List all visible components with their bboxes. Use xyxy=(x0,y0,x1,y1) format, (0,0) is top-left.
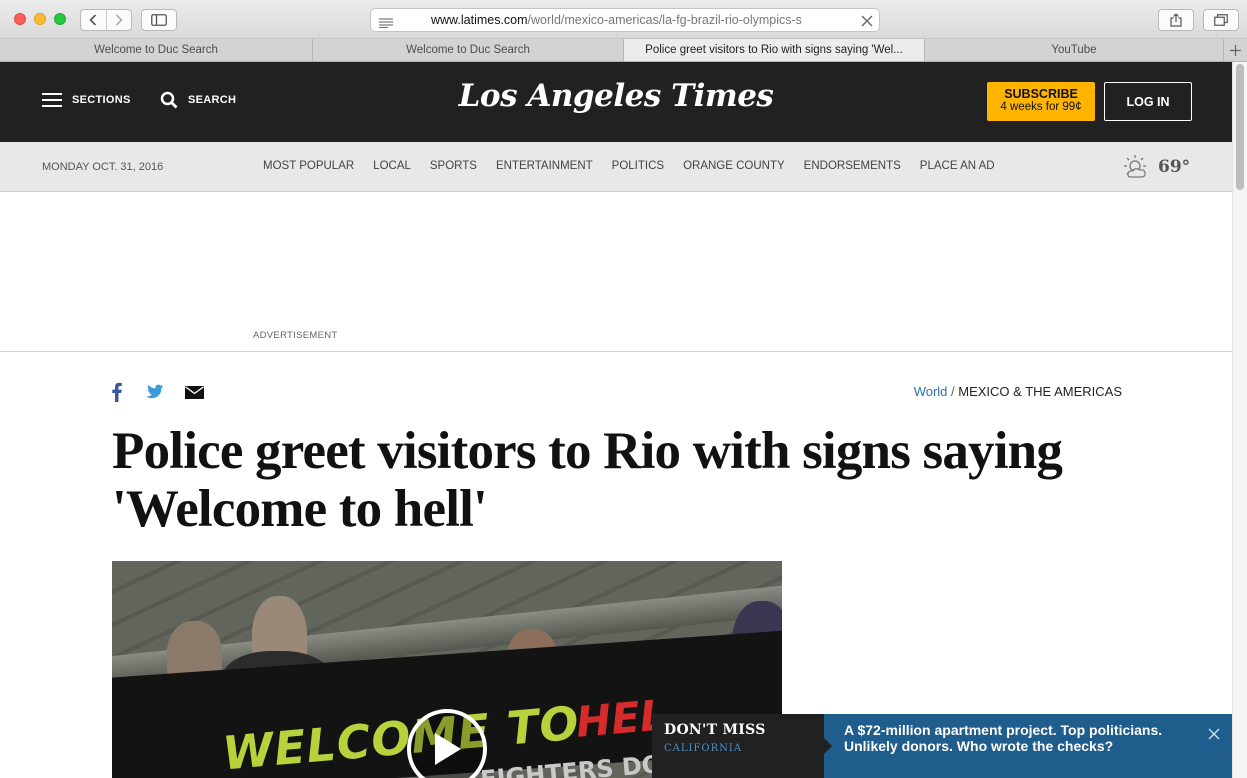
tab-overview-button[interactable] xyxy=(1203,9,1239,31)
nav-link-sports[interactable]: SPORTS xyxy=(430,160,477,172)
sidebar-icon xyxy=(151,14,167,26)
search-button[interactable]: SEARCH xyxy=(160,91,236,109)
section-nav: MONDAY OCT. 31, 2016 MOST POPULAR LOCAL … xyxy=(0,142,1232,192)
subscribe-offer: 4 weeks for 99¢ xyxy=(1000,101,1082,113)
page-scrollbar[interactable] xyxy=(1232,62,1247,778)
new-tab-button[interactable] xyxy=(1224,39,1246,61)
scrollbar-thumb[interactable] xyxy=(1236,64,1244,190)
tab-latimes-article[interactable]: Police greet visitors to Rio with signs … xyxy=(624,39,925,61)
email-icon xyxy=(185,385,204,399)
url-host: www.latimes.com xyxy=(431,13,528,27)
close-window-button[interactable] xyxy=(14,13,26,25)
tab-label: Welcome to Duc Search xyxy=(406,44,530,56)
dont-miss-title: DON'T MISS xyxy=(664,722,766,738)
site-logo[interactable]: Los Angeles Times xyxy=(416,78,816,114)
close-icon xyxy=(1208,728,1220,740)
chevron-left-icon xyxy=(89,14,97,26)
tab-label: Police greet visitors to Rio with signs … xyxy=(645,44,903,56)
facebook-share-button[interactable] xyxy=(112,382,122,407)
nav-link-most-popular[interactable]: MOST POPULAR xyxy=(263,160,354,172)
nav-link-local[interactable]: LOCAL xyxy=(373,160,411,172)
play-icon xyxy=(435,733,461,765)
breadcrumb-world-link[interactable]: World xyxy=(914,384,948,399)
advertisement-slot: ADVERTISEMENT xyxy=(0,193,1232,352)
search-label: SEARCH xyxy=(188,94,237,106)
tab-bar: Welcome to Duc Search Welcome to Duc Sea… xyxy=(0,39,1247,62)
nav-link-endorsements[interactable]: ENDORSEMENTS xyxy=(804,160,901,172)
back-button[interactable] xyxy=(81,10,106,30)
close-icon xyxy=(861,15,873,27)
advertisement-label: ADVERTISEMENT xyxy=(253,330,338,341)
facebook-icon xyxy=(112,382,122,402)
url-path: /world/mexico-americas/la-fg-brazil-rio-… xyxy=(527,13,802,27)
subscribe-button[interactable]: SUBSCRIBE 4 weeks for 99¢ xyxy=(987,82,1095,121)
twitter-icon xyxy=(145,384,163,399)
dont-miss-story-link[interactable]: A $72-million apartment project. Top pol… xyxy=(844,722,1184,754)
email-share-button[interactable] xyxy=(185,385,204,404)
partly-sunny-icon xyxy=(1124,155,1146,178)
section-links: MOST POPULAR LOCAL SPORTS ENTERTAINMENT … xyxy=(263,160,995,172)
dont-miss-header: DON'T MISS CALIFORNIA xyxy=(652,714,824,778)
share-button[interactable] xyxy=(1158,9,1194,31)
url-text[interactable]: www.latimes.com/world/mexico-americas/la… xyxy=(431,13,821,27)
site-header: SECTIONS SEARCH Los Angeles Times SUBSCR… xyxy=(0,62,1232,142)
browser-titlebar: www.latimes.com/world/mexico-americas/la… xyxy=(0,0,1247,39)
nav-link-place-an-ad[interactable]: PLACE AN AD xyxy=(920,160,995,172)
current-date: MONDAY OCT. 31, 2016 xyxy=(42,161,164,173)
sections-menu-button[interactable]: SECTIONS xyxy=(42,92,131,108)
zoom-window-button[interactable] xyxy=(54,13,66,25)
reader-list-icon[interactable] xyxy=(379,15,393,33)
dont-miss-story[interactable]: A $72-million apartment project. Top pol… xyxy=(824,714,1232,778)
stop-loading-button[interactable] xyxy=(861,14,873,32)
hamburger-icon xyxy=(42,93,62,107)
dont-miss-close-button[interactable] xyxy=(1208,727,1220,745)
breadcrumb-separator: / xyxy=(947,384,959,399)
subscribe-title: SUBSCRIBE xyxy=(1004,87,1078,101)
share-icon xyxy=(1170,13,1182,27)
tab-duc-search-2[interactable]: Welcome to Duc Search xyxy=(313,39,624,61)
tab-label: Welcome to Duc Search xyxy=(94,44,218,56)
nav-link-politics[interactable]: POLITICS xyxy=(612,160,664,172)
dont-miss-category: CALIFORNIA xyxy=(664,743,743,754)
twitter-share-button[interactable] xyxy=(144,384,163,405)
tab-label: YouTube xyxy=(1051,44,1097,56)
address-bar[interactable]: www.latimes.com/world/mexico-americas/la… xyxy=(370,8,880,32)
sidebar-toggle-button[interactable] xyxy=(141,9,177,31)
nav-link-entertainment[interactable]: ENTERTAINMENT xyxy=(496,160,593,172)
article-headline: Police greet visitors to Rio with signs … xyxy=(112,422,1063,538)
sections-label: SECTIONS xyxy=(72,94,131,106)
forward-button[interactable] xyxy=(105,10,131,30)
temperature: 69° xyxy=(1158,157,1191,177)
nav-link-orange-county[interactable]: ORANGE COUNTY xyxy=(683,160,785,172)
share-bar xyxy=(112,382,204,407)
history-nav xyxy=(80,9,132,31)
weather-widget[interactable]: 69° xyxy=(1122,154,1190,180)
search-icon xyxy=(160,91,178,109)
tabs-icon xyxy=(1214,14,1228,26)
minimize-window-button[interactable] xyxy=(34,13,46,25)
chevron-right-icon xyxy=(115,14,123,26)
dont-miss-arrow xyxy=(824,738,832,754)
breadcrumb: World / MEXICO & THE AMERICAS xyxy=(800,384,1122,399)
login-button[interactable]: LOG IN xyxy=(1104,82,1192,121)
dont-miss-bar[interactable]: DON'T MISS CALIFORNIA A $72-million apar… xyxy=(652,714,1232,778)
plus-icon xyxy=(1229,44,1241,56)
tab-duc-search-1[interactable]: Welcome to Duc Search xyxy=(0,39,313,61)
breadcrumb-section-link[interactable]: MEXICO & THE AMERICAS xyxy=(958,384,1122,399)
tab-youtube[interactable]: YouTube xyxy=(925,39,1224,61)
